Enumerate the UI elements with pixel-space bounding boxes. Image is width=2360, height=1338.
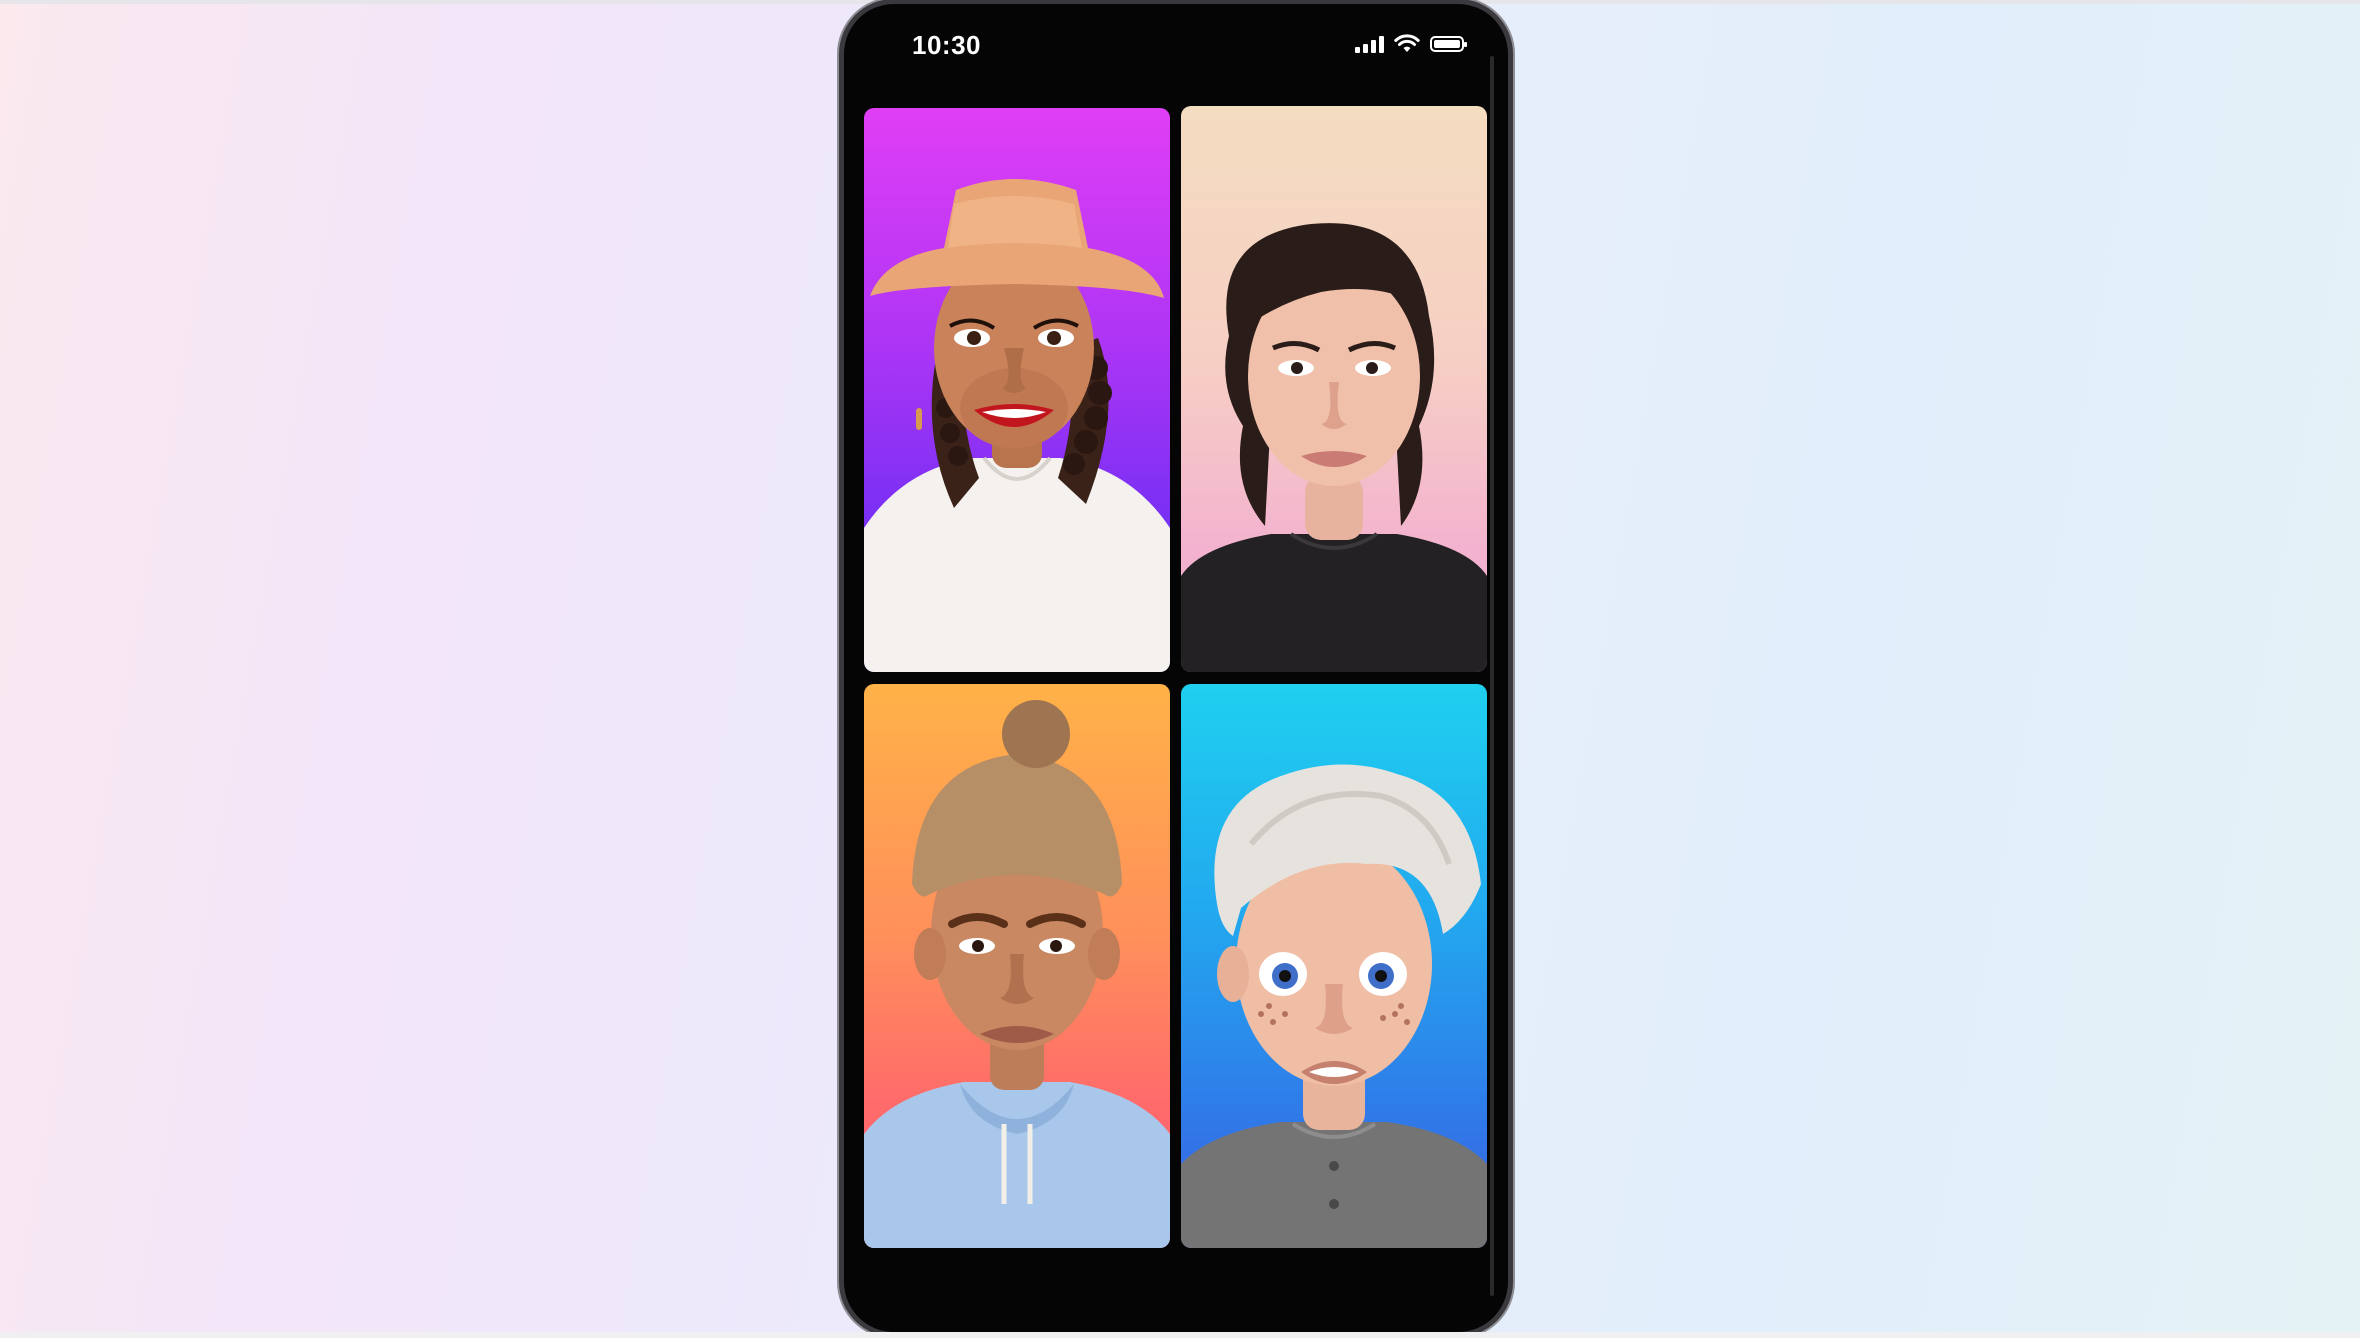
battery-icon (1430, 36, 1467, 52)
cellular-signal-icon (1355, 35, 1384, 53)
bottom-border (0, 1332, 2360, 1338)
avatar-bucket-hat-locs (864, 179, 1170, 672)
participant-tile-1[interactable] (864, 108, 1170, 672)
participant-tile-4[interactable] (1181, 684, 1487, 1248)
phone-side-edge (1490, 56, 1494, 1296)
participant-tile-2[interactable] (1181, 106, 1487, 672)
wifi-icon (1394, 34, 1420, 52)
avatar-white-hair-freckles (1181, 764, 1487, 1248)
participant-tile-3[interactable] (864, 684, 1170, 1248)
status-time: 10:30 (912, 30, 981, 60)
avatar-dark-hair-black-tee (1181, 223, 1487, 672)
avatar-beanie-hoodie (864, 700, 1170, 1248)
status-icons (1355, 34, 1467, 54)
phone-frame: 10:30 (844, 4, 1508, 1332)
